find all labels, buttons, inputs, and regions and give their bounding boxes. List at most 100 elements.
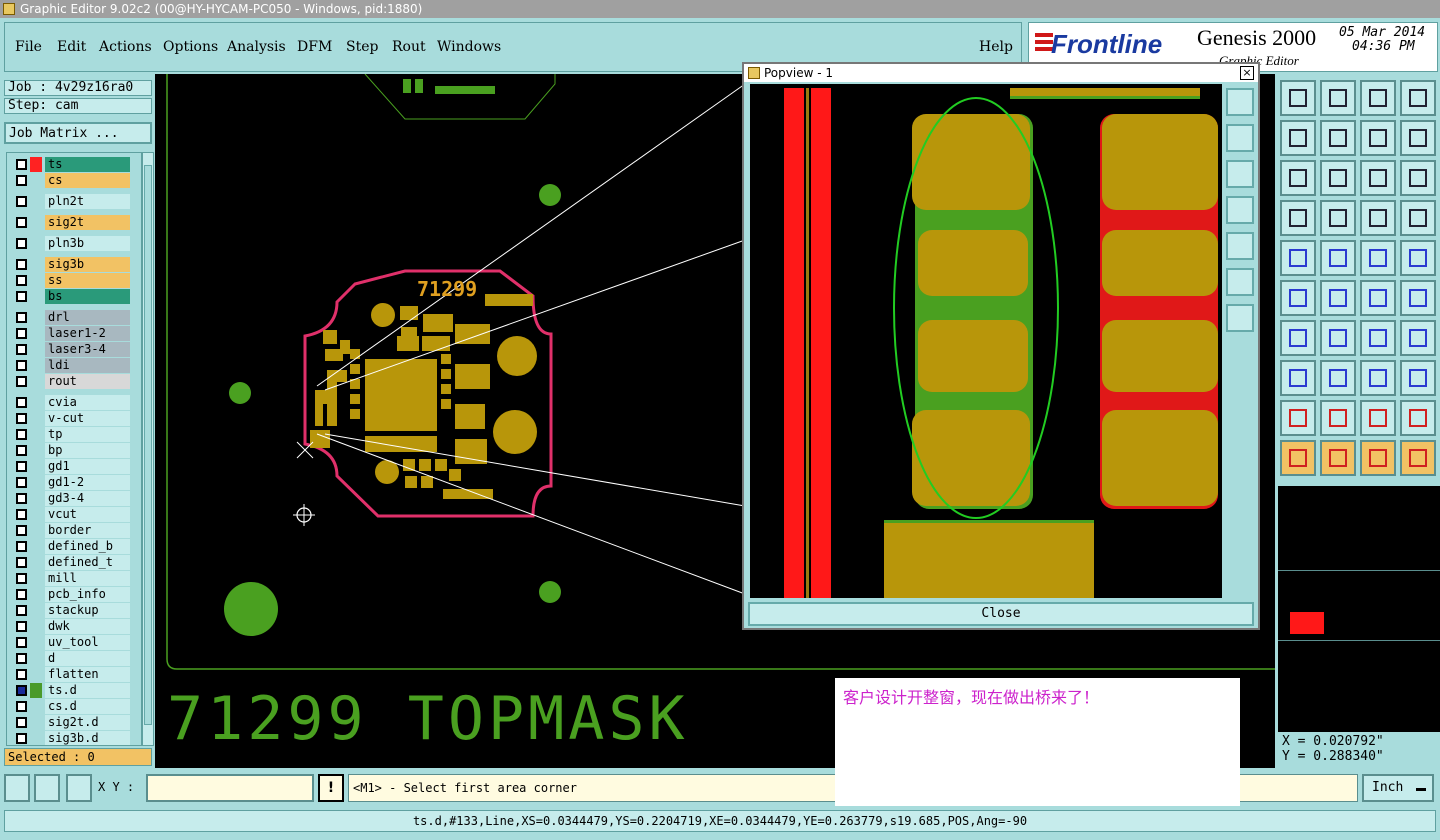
layer-row[interactable]: sig3b.d bbox=[13, 731, 131, 745]
arc-b-icon[interactable] bbox=[1360, 400, 1396, 436]
layer-checkbox[interactable] bbox=[16, 360, 27, 371]
xy-input[interactable] bbox=[146, 774, 314, 802]
split-view-icon[interactable] bbox=[1400, 80, 1436, 116]
layer-row[interactable]: d bbox=[13, 651, 131, 666]
expand-icon[interactable] bbox=[1280, 160, 1316, 196]
scale-1-2-icon[interactable] bbox=[1360, 160, 1396, 196]
select-area-icon[interactable] bbox=[1400, 240, 1436, 276]
layer-row[interactable]: cs.d bbox=[13, 699, 131, 714]
menu-actions[interactable]: Actions bbox=[99, 39, 152, 55]
layer-row[interactable]: pln3b bbox=[13, 236, 131, 251]
layer-checkbox[interactable] bbox=[16, 344, 27, 355]
layer-row[interactable]: v-cut bbox=[13, 411, 131, 426]
menu-step[interactable]: Step bbox=[346, 39, 378, 55]
menu-rout[interactable]: Rout bbox=[392, 39, 426, 55]
ruler-icon[interactable] bbox=[1360, 240, 1396, 276]
layer-checkbox[interactable] bbox=[16, 701, 27, 712]
layer-row[interactable]: cvia bbox=[13, 395, 131, 410]
layer-checkbox[interactable] bbox=[16, 557, 27, 568]
layer-checkbox[interactable] bbox=[16, 291, 27, 302]
layer-row[interactable]: tp bbox=[13, 427, 131, 442]
layer-checkbox[interactable] bbox=[16, 376, 27, 387]
mirror-icon[interactable] bbox=[1400, 320, 1436, 356]
layer-checkbox[interactable] bbox=[16, 312, 27, 323]
layer-checkbox[interactable] bbox=[16, 328, 27, 339]
layer-row[interactable]: defined_t bbox=[13, 555, 131, 570]
layer-list-scrollbar[interactable] bbox=[142, 152, 154, 746]
layer-row[interactable]: ts.d bbox=[13, 683, 131, 698]
layer-checkbox[interactable] bbox=[16, 413, 27, 424]
layer-row[interactable]: gd1-2 bbox=[13, 475, 131, 490]
layer-row[interactable]: defined_b bbox=[13, 539, 131, 554]
overview-viewport[interactable] bbox=[1290, 612, 1324, 634]
layer-row[interactable]: ldi bbox=[13, 358, 131, 373]
layer-row[interactable]: laser1-2 bbox=[13, 326, 131, 341]
layer-stack-alt-icon[interactable] bbox=[1400, 200, 1436, 236]
properties-icon[interactable] bbox=[1280, 200, 1316, 236]
resize-icon[interactable] bbox=[1360, 360, 1396, 396]
menu-options[interactable]: Options bbox=[163, 39, 218, 55]
layer-checkbox[interactable] bbox=[16, 621, 27, 632]
layer-row[interactable]: laser3-4 bbox=[13, 342, 131, 357]
move-icon[interactable] bbox=[1360, 280, 1396, 316]
layer-checkbox[interactable] bbox=[16, 159, 27, 170]
grid-icon[interactable] bbox=[1320, 200, 1356, 236]
layer-row[interactable]: sig3b bbox=[13, 257, 131, 272]
alert-icon[interactable]: ! bbox=[318, 774, 344, 802]
layer-checkbox[interactable] bbox=[16, 573, 27, 584]
layer-checkbox[interactable] bbox=[16, 196, 27, 207]
layer-row[interactable]: cs bbox=[13, 173, 131, 188]
layer-checkbox[interactable] bbox=[16, 525, 27, 536]
zoom-in-icon[interactable] bbox=[1226, 268, 1254, 296]
layer-checkbox[interactable] bbox=[16, 461, 27, 472]
copy-icon[interactable] bbox=[1400, 280, 1436, 316]
rotate-icon[interactable] bbox=[1360, 320, 1396, 356]
layer-row[interactable]: rout bbox=[13, 374, 131, 389]
pan-right-icon[interactable] bbox=[1226, 232, 1254, 260]
layer-checkbox[interactable] bbox=[16, 477, 27, 488]
pan-right-icon[interactable] bbox=[1320, 120, 1356, 156]
layer-checkbox[interactable] bbox=[16, 429, 27, 440]
layer-checkbox[interactable] bbox=[16, 541, 27, 552]
layer-checkbox[interactable] bbox=[16, 397, 27, 408]
line-icon[interactable] bbox=[1320, 360, 1356, 396]
swap-icon[interactable] bbox=[1360, 120, 1396, 156]
zoom-area-icon[interactable] bbox=[4, 774, 30, 802]
net-icon[interactable] bbox=[1280, 280, 1316, 316]
menu-windows[interactable]: Windows bbox=[437, 39, 501, 55]
units-select[interactable]: Inch bbox=[1362, 774, 1434, 802]
layer-row[interactable]: border bbox=[13, 523, 131, 538]
pan-up-icon[interactable] bbox=[1226, 124, 1254, 152]
pan-left-icon[interactable] bbox=[1226, 196, 1254, 224]
layer-row[interactable]: sig2t.d bbox=[13, 715, 131, 730]
add-line-icon[interactable] bbox=[1320, 240, 1356, 276]
layer-row[interactable]: ss bbox=[13, 273, 131, 288]
layer-row[interactable]: uv_tool bbox=[13, 635, 131, 650]
layer-row[interactable]: pln2t bbox=[13, 194, 131, 209]
layer-checkbox[interactable] bbox=[16, 259, 27, 270]
layer-checkbox[interactable] bbox=[16, 509, 27, 520]
pad-icon[interactable] bbox=[1280, 360, 1316, 396]
layer-row[interactable]: bp bbox=[13, 443, 131, 458]
layer-row[interactable]: vcut bbox=[13, 507, 131, 522]
popview-close-button[interactable]: Close bbox=[748, 602, 1254, 626]
net-trace-icon[interactable] bbox=[1400, 440, 1436, 476]
layer-checkbox[interactable] bbox=[16, 733, 27, 744]
house-icon[interactable] bbox=[1360, 80, 1396, 116]
popview-close-icon[interactable]: × bbox=[1240, 66, 1254, 80]
menu-analysis[interactable]: Analysis bbox=[227, 39, 286, 55]
layer-row[interactable]: flatten bbox=[13, 667, 131, 682]
help-query-icon[interactable] bbox=[1400, 160, 1436, 196]
pan-left-icon[interactable] bbox=[1280, 120, 1316, 156]
layer-checkbox[interactable] bbox=[16, 637, 27, 648]
pointer-box-icon[interactable] bbox=[1320, 440, 1356, 476]
zoom-out-icon[interactable] bbox=[1226, 304, 1254, 332]
layer-stack-icon[interactable] bbox=[1360, 200, 1396, 236]
menu-help[interactable]: Help bbox=[979, 39, 1013, 55]
overview-map[interactable] bbox=[1278, 486, 1440, 732]
menu-edit[interactable]: Edit bbox=[57, 39, 86, 55]
layer-checkbox[interactable] bbox=[16, 493, 27, 504]
layer-row[interactable]: stackup bbox=[13, 603, 131, 618]
pointer-select-icon[interactable] bbox=[1360, 440, 1396, 476]
arc-a-icon[interactable] bbox=[1320, 400, 1356, 436]
